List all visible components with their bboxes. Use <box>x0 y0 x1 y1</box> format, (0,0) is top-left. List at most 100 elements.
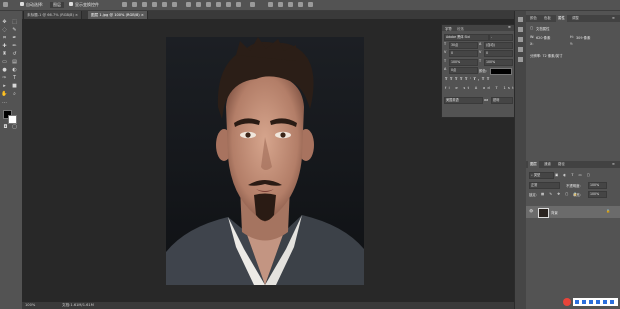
dodge-tool-icon[interactable]: ◐ <box>11 67 18 73</box>
height-value[interactable]: 309 像素 <box>576 35 590 40</box>
font-style-select[interactable]: - <box>489 34 513 41</box>
distribute-bottom-icon[interactable] <box>206 2 211 7</box>
screen-mode-icon[interactable]: ▢ <box>11 124 18 130</box>
vertical-scale-field[interactable]: 100% <box>449 59 478 66</box>
move-tool-icon[interactable] <box>3 2 8 7</box>
clone-stamp-tool-icon[interactable]: ♜ <box>1 51 8 57</box>
background-color-swatch[interactable] <box>8 115 17 124</box>
distribute-top-icon[interactable] <box>186 2 191 7</box>
tab-adjustments[interactable]: 调整 <box>570 15 581 22</box>
3d-scale-icon[interactable] <box>308 2 313 7</box>
transform-checkbox[interactable] <box>69 2 73 6</box>
distribute-vcenter-icon[interactable] <box>196 2 201 7</box>
font-family-select[interactable]: Adobe 黑体 Std <box>444 34 489 41</box>
tab-swatches[interactable]: 色板 <box>542 15 553 22</box>
align-left-icon[interactable] <box>152 2 157 7</box>
character-panel-icon[interactable] <box>518 37 523 42</box>
hand-tool-icon[interactable]: ✋ <box>1 91 8 97</box>
ime-voice-icon[interactable] <box>589 300 593 304</box>
text-color-swatch[interactable] <box>490 68 512 75</box>
crop-tool-icon[interactable]: ⌗ <box>1 35 8 41</box>
layer-filter-icons[interactable]: ▣ ◐ T ▭ ▢ <box>555 173 592 177</box>
type-tool-icon[interactable]: T <box>11 75 18 81</box>
canvas-image[interactable] <box>166 37 364 285</box>
aa-icon: aa <box>484 98 489 102</box>
align-hcenter-icon[interactable] <box>162 2 167 7</box>
tab-layers[interactable]: 图层 <box>528 161 539 168</box>
tab-paths[interactable]: 路径 <box>556 161 567 168</box>
ime-skin-icon[interactable] <box>603 300 607 304</box>
quick-select-tool-icon[interactable]: ✎ <box>11 27 18 33</box>
tab-image[interactable]: 图层 1.jpg @ 100% (RGB/8) × <box>88 11 148 19</box>
zoom-level[interactable]: 100% <box>25 303 35 307</box>
lasso-tool-icon[interactable]: ◌ <box>1 27 8 33</box>
distribute-right-icon[interactable] <box>236 2 241 7</box>
font-size-field[interactable]: 30点 <box>449 42 478 49</box>
ime-punct-icon[interactable] <box>582 300 586 304</box>
panel-menu-icon[interactable]: ≡ <box>610 15 617 22</box>
brush-panel-icon[interactable] <box>518 57 523 62</box>
3d-slide-icon[interactable] <box>298 2 303 7</box>
align-bottom-icon[interactable] <box>142 2 147 7</box>
tab-color[interactable]: 颜色 <box>528 15 539 22</box>
panel-menu-icon[interactable]: ≡ <box>610 161 617 168</box>
width-value[interactable]: 620 像素 <box>536 35 550 40</box>
leading-field[interactable]: (自动) <box>484 42 513 49</box>
kerning-field[interactable]: 0 <box>449 50 478 57</box>
history-brush-tool-icon[interactable]: ↺ <box>11 51 18 57</box>
align-vcenter-icon[interactable] <box>132 2 137 7</box>
auto-align-icon[interactable] <box>250 2 255 7</box>
3d-pan-icon[interactable] <box>288 2 293 7</box>
history-panel-icon[interactable] <box>518 17 523 22</box>
healing-brush-tool-icon[interactable]: ✚ <box>1 43 8 49</box>
opacity-field[interactable]: 100% <box>588 182 607 189</box>
panel-menu-icon[interactable]: ≡ <box>508 25 511 29</box>
auto-select-dropdown[interactable]: 图层 <box>50 2 64 8</box>
layer-row-background[interactable]: 👁 背景 🔒 <box>526 206 620 218</box>
shape-tool-icon[interactable]: ■ <box>11 83 18 89</box>
paragraph-panel-icon[interactable] <box>518 47 523 52</box>
3d-roll-icon[interactable] <box>278 2 283 7</box>
eyedropper-tool-icon[interactable]: ✒ <box>11 35 18 41</box>
edit-toolbar-icon[interactable]: … <box>1 99 8 105</box>
layer-filter-select[interactable]: ⌕ 类型 <box>529 172 554 179</box>
distribute-left-icon[interactable] <box>216 2 221 7</box>
ime-menu-icon[interactable] <box>610 300 614 304</box>
language-select[interactable]: 美国英语 <box>444 97 483 104</box>
tracking-field[interactable]: 0 <box>484 50 513 57</box>
resolution: 分辨率: 72 像素/英寸 <box>530 54 563 58</box>
actions-panel-icon[interactable] <box>518 27 523 32</box>
ime-toolbar[interactable] <box>550 297 620 309</box>
pen-tool-icon[interactable]: ✑ <box>1 75 8 81</box>
zoom-tool-icon[interactable]: ⌕ <box>11 91 18 97</box>
ime-keyboard-icon[interactable] <box>596 300 600 304</box>
3d-rotate-icon[interactable] <box>268 2 273 7</box>
horizontal-scale-field[interactable]: 100% <box>484 59 513 66</box>
ime-mode-icon[interactable] <box>575 300 579 304</box>
visibility-eye-icon[interactable]: 👁 <box>529 209 533 213</box>
align-right-icon[interactable] <box>172 2 177 7</box>
tab-properties[interactable]: 属性 <box>556 15 567 22</box>
tab-paragraph[interactable]: 段落 <box>457 26 464 31</box>
gradient-tool-icon[interactable]: ▤ <box>11 59 18 65</box>
baseline-field[interactable]: 0点 <box>449 67 478 74</box>
layer-name[interactable]: 背景 <box>551 210 558 215</box>
brush-tool-icon[interactable]: ✏ <box>11 43 18 49</box>
move-tool-icon[interactable]: ✥ <box>1 19 8 25</box>
properties-title: 文档属性 <box>536 27 550 31</box>
blend-mode-select[interactable]: 正常 <box>529 182 560 189</box>
auto-select-checkbox[interactable] <box>20 2 24 6</box>
fill-field[interactable]: 100% <box>588 191 607 198</box>
tab-channels[interactable]: 通道 <box>542 161 553 168</box>
align-top-icon[interactable] <box>122 2 127 7</box>
path-select-tool-icon[interactable]: ▸ <box>1 83 8 89</box>
marquee-tool-icon[interactable]: ⬚ <box>11 19 18 25</box>
quick-mask-icon[interactable]: ◘ <box>2 124 9 130</box>
type-style-buttons[interactable]: TTTTT'T,TT <box>445 77 492 81</box>
tab-untitled[interactable]: 未标题-1 @ 66.7% (RGB/8) × <box>24 11 83 19</box>
blur-tool-icon[interactable]: ● <box>1 67 8 73</box>
anti-alias-select[interactable]: 锐利 <box>491 97 513 104</box>
eraser-tool-icon[interactable]: ▭ <box>1 59 8 65</box>
tab-character[interactable]: 字符 <box>445 26 452 31</box>
distribute-hcenter-icon[interactable] <box>226 2 231 7</box>
